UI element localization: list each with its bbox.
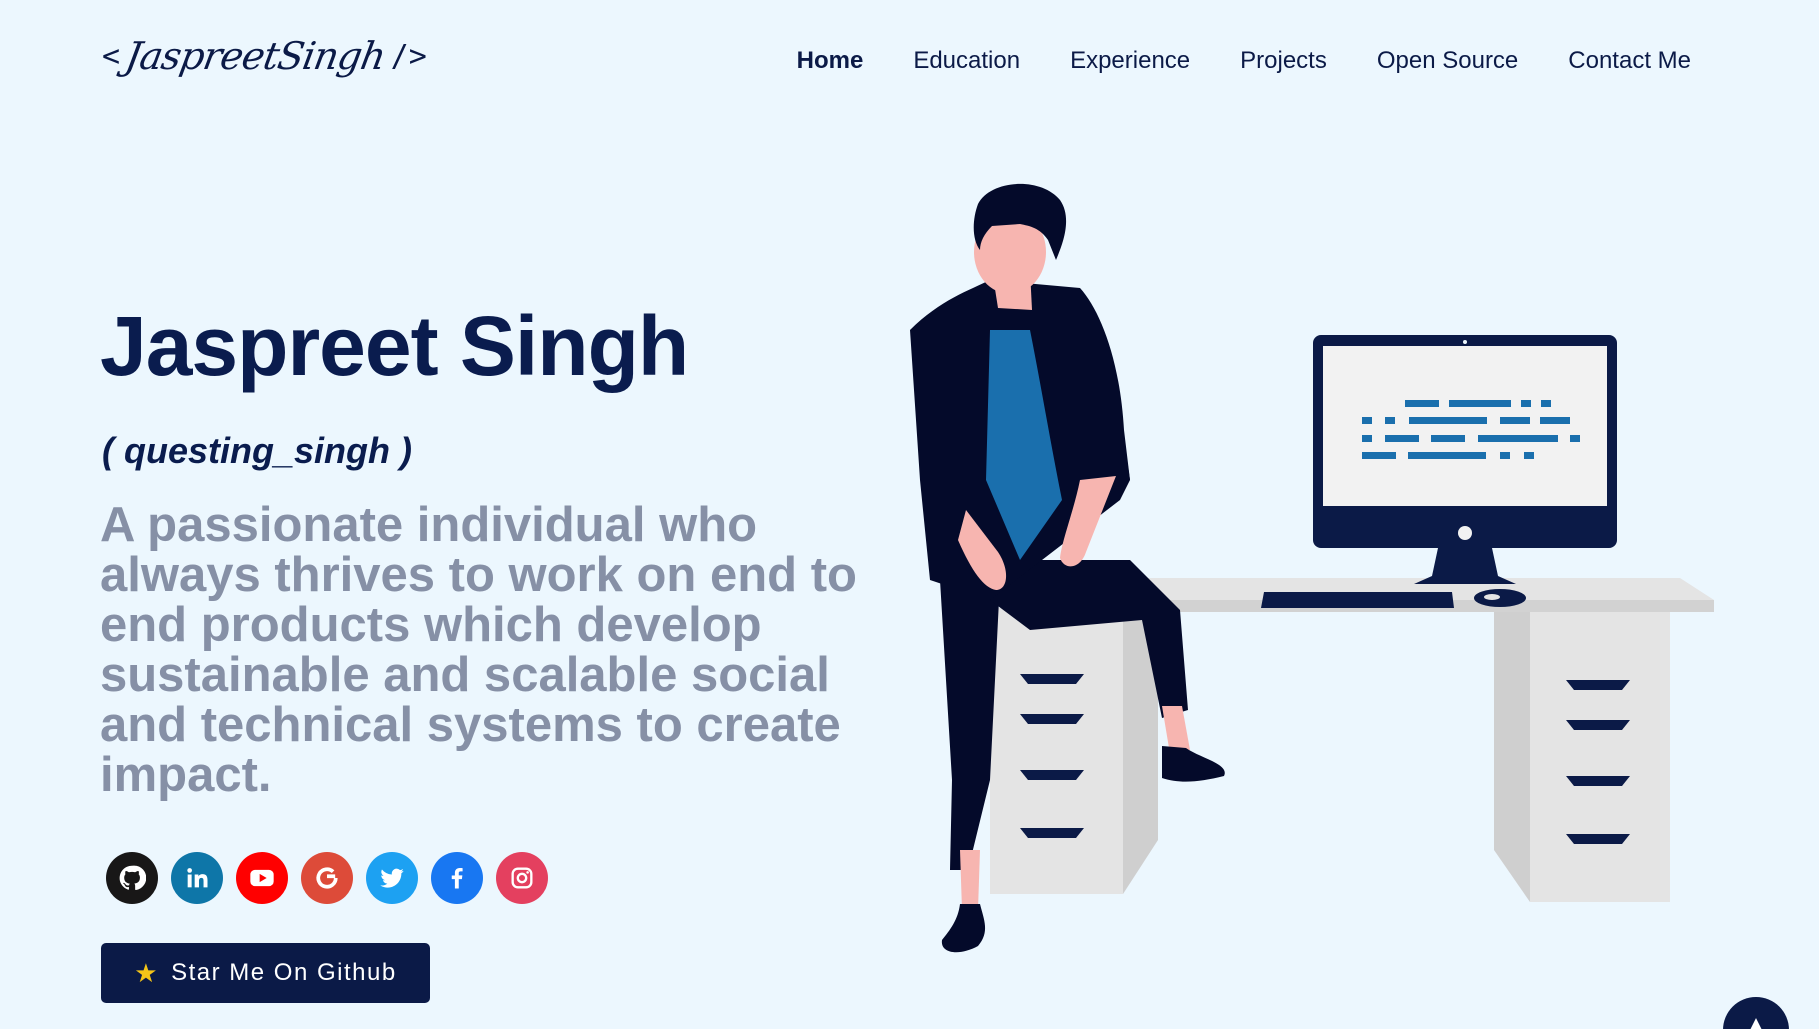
hero-handle: ( questing_singh ) [102,430,412,471]
github-icon [119,865,146,891]
person-back-shoe [941,904,986,953]
star-on-github-button[interactable]: ★ Star Me On Github [101,943,430,1003]
youtube-icon [250,869,274,887]
facebook-icon [451,867,463,889]
monitor-stand [1414,548,1516,584]
logo-open-bracket: < [102,38,121,74]
nav-projects[interactable]: Projects [1240,47,1327,75]
social-links [106,852,548,904]
star-icon: ★ [134,957,160,988]
monitor-button [1458,526,1472,540]
site-logo[interactable]: < JaspreetSingh /> [102,34,427,78]
chevron-up-icon: ▲ [1745,1011,1767,1029]
nav-home[interactable]: Home [797,47,864,75]
left-drawer-handle [1020,770,1084,780]
twitter-link[interactable] [366,852,418,904]
right-drawer-unit [1530,612,1670,902]
nav-open-source[interactable]: Open Source [1377,47,1518,75]
mouse [1474,589,1526,607]
nav-education[interactable]: Education [913,47,1020,75]
twitter-icon [380,868,404,888]
right-drawer-handle [1566,720,1630,730]
main-nav: Home Education Experience Projects Open … [797,47,1691,75]
monitor-camera [1463,340,1467,344]
monitor-screen [1323,346,1607,506]
person-front-shoe [1162,746,1225,782]
left-drawer-unit [990,608,1123,894]
facebook-link[interactable] [431,852,483,904]
right-drawer-handle [1566,680,1630,690]
star-button-label: Star Me On Github [171,959,397,986]
instagram-icon [511,867,533,889]
left-drawer-handle [1020,828,1084,838]
logo-close-bracket: /> [390,38,427,74]
instagram-link[interactable] [496,852,548,904]
nav-contact-me[interactable]: Contact Me [1568,47,1691,75]
linkedin-link[interactable] [171,852,223,904]
google-link[interactable] [301,852,353,904]
linkedin-icon [187,868,208,888]
youtube-link[interactable] [236,852,288,904]
nav-experience[interactable]: Experience [1070,47,1190,75]
person-back-shin [960,850,980,910]
hero-name: Jaspreet Singh [100,299,689,393]
logo-signature: JaspreetSingh [122,34,389,78]
google-icon [316,867,338,889]
github-link[interactable] [106,852,158,904]
left-drawer-handle [1020,674,1084,684]
keyboard [1261,592,1454,608]
right-drawer-side [1494,612,1530,902]
developer-desk-illustration [910,183,1714,953]
left-drawer-handle [1020,714,1084,724]
scroll-to-top-button[interactable]: ▲ [1723,997,1789,1029]
right-drawer-handle [1566,776,1630,786]
right-drawer-handle [1566,834,1630,844]
hero-description: A passionate individual who always thriv… [100,498,857,802]
